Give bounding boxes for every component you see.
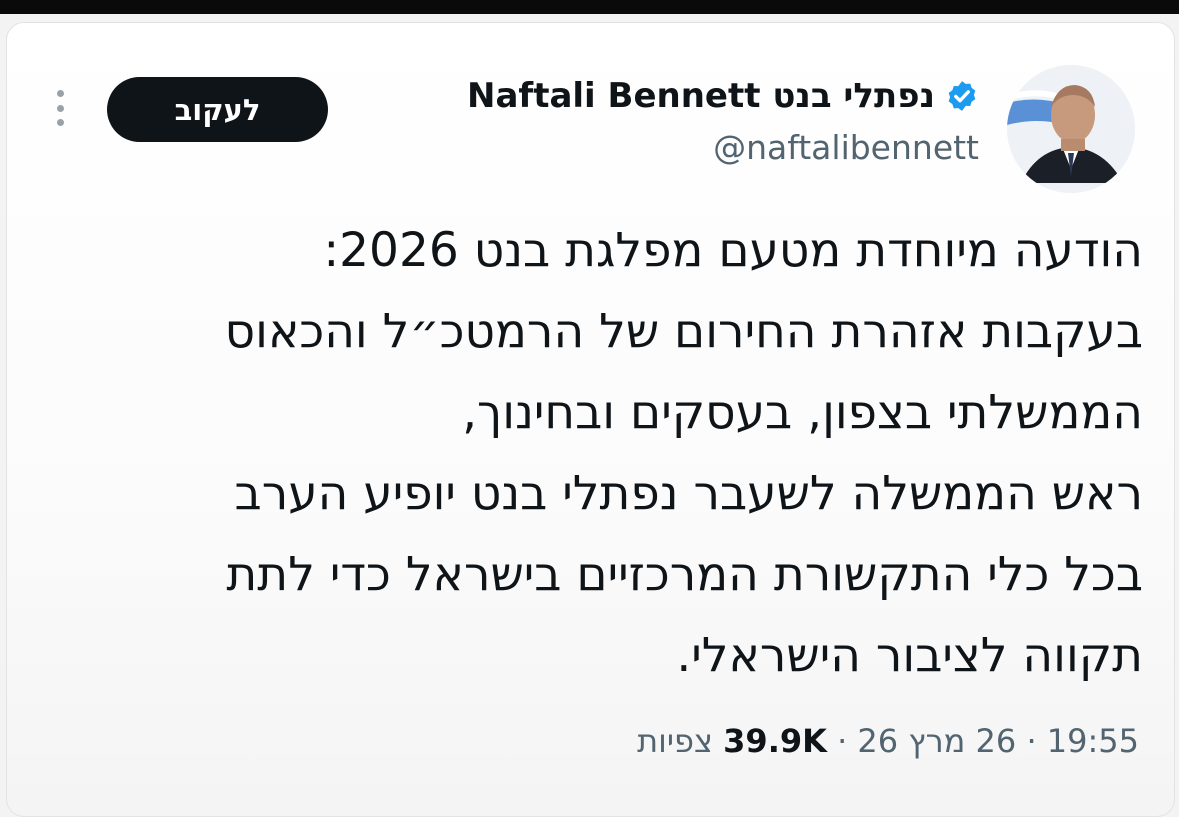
dot xyxy=(56,90,64,97)
more-vertical-icon[interactable] xyxy=(50,90,70,126)
top-edge-bar xyxy=(0,0,1179,14)
tweet-line: תקווה לציבור הישראלי. xyxy=(676,628,1143,683)
tweet-line: הממשלתי בצפון, בעסקים ובחינוך, xyxy=(462,385,1143,440)
tweet-line: הודעה מיוחדת מטעם מפלגת בנט 2026: xyxy=(323,223,1143,278)
tweet-date[interactable]: 26 מרץ 26 xyxy=(857,722,1016,760)
tweet-time[interactable]: 19:55 xyxy=(1047,722,1139,760)
tweet-meta: 19:55 · 26 מרץ 26 · 39.9K צפיות xyxy=(637,722,1139,760)
views-count: 39.9K xyxy=(723,722,827,760)
avatar[interactable] xyxy=(1007,65,1135,193)
dot xyxy=(56,119,64,126)
display-name[interactable]: Naftali Bennett נפתלי בנט xyxy=(467,76,935,116)
tweet-line: בעקבות אזהרת החירום של הרמטכ״ל והכאוס xyxy=(224,304,1143,359)
user-handle[interactable]: @naftalibennett xyxy=(279,128,979,167)
author-block: Naftali Bennett נפתלי בנט @naftalibennet… xyxy=(279,72,979,167)
avatar-image xyxy=(1007,65,1135,193)
verified-badge-icon xyxy=(948,81,976,111)
meta-separator: · xyxy=(837,722,848,760)
tweet-line: ראש הממשלה לשעבר נפתלי בנט יופיע הערב xyxy=(234,466,1143,521)
name-row: Naftali Bennett נפתלי בנט xyxy=(279,72,979,120)
tweet-text: הודעה מיוחדת מטעם מפלגת בנט 2026: בעקבות… xyxy=(60,210,1143,696)
views-label: צפיות xyxy=(637,722,713,760)
meta-separator: · xyxy=(1026,722,1037,760)
tweet-line: בכל כלי התקשורת המרכזיים בישראל כדי לתת xyxy=(226,547,1143,602)
dot xyxy=(56,104,64,112)
